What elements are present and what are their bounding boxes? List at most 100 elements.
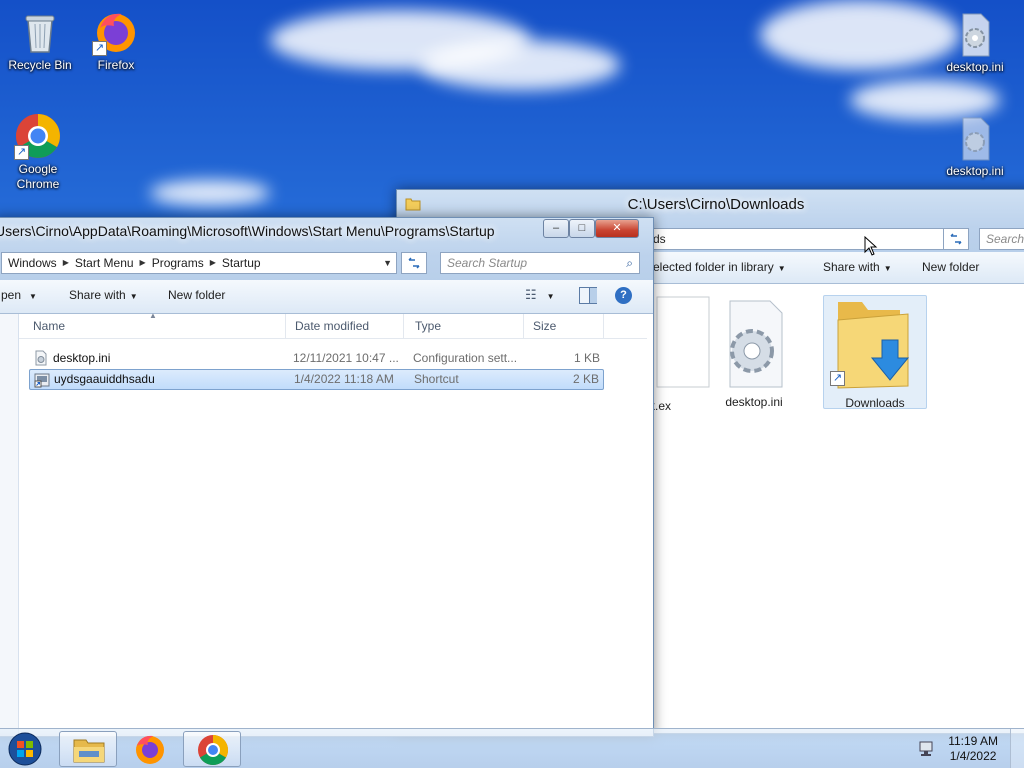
taskbar: 11:19 AM 1/4/2022: [0, 728, 1024, 768]
start-button[interactable]: [0, 731, 52, 767]
breadcrumb-item[interactable]: Start Menu: [71, 253, 138, 273]
file-type: Shortcut: [414, 372, 459, 386]
maximize-button[interactable]: □: [569, 219, 595, 238]
chevron-down-icon: ▼: [546, 292, 555, 301]
search-input[interactable]: Search: [979, 228, 1024, 250]
column-divider[interactable]: [523, 314, 524, 338]
desktop-icon-firefox[interactable]: ↗ Firefox: [78, 8, 154, 73]
desktop-icon-label: Google Chrome: [16, 162, 60, 191]
chrome-icon: [198, 735, 229, 766]
chevron-down-icon: ▼: [129, 292, 138, 301]
title-bar[interactable]: Users\Cirno\AppData\Roaming\Microsoft\Wi…: [0, 218, 653, 248]
mouse-cursor-icon: [864, 235, 878, 259]
column-divider[interactable]: [285, 314, 286, 338]
taskbar-chrome-button[interactable]: [183, 731, 241, 767]
table-row[interactable]: desktop.ini 12/11/2021 10:47 ... Configu…: [29, 348, 604, 369]
settings-file-icon: [33, 350, 49, 366]
show-desktop-button[interactable]: [1010, 729, 1024, 768]
desktop-icon-chrome[interactable]: ↗ Google Chrome: [0, 112, 76, 192]
column-divider[interactable]: [403, 314, 404, 338]
chrome-icon: ↗: [14, 112, 62, 160]
file-type: Configuration sett...: [413, 351, 518, 365]
desktop-icon-label: desktop.ini: [946, 60, 1004, 74]
desktop-icon-label: desktop.ini: [946, 164, 1004, 178]
address-bar[interactable]: ds ▼: [649, 228, 967, 250]
startup-window[interactable]: Users\Cirno\AppData\Roaming\Microsoft\Wi…: [0, 217, 654, 737]
command-label: Share with: [69, 288, 126, 302]
clock-time: 11:19 AM: [948, 734, 998, 748]
column-divider[interactable]: [603, 314, 604, 338]
file-item[interactable]: desktop.ini: [702, 295, 806, 409]
desktop-icon-recycle-bin[interactable]: Recycle Bin: [2, 8, 78, 73]
file-label: Downloads: [845, 396, 905, 410]
clock-date: 1/4/2022: [949, 749, 997, 763]
chevron-right-icon[interactable]: ▶: [61, 253, 71, 273]
command-label: pen: [1, 288, 22, 302]
column-header-size[interactable]: Size: [527, 319, 556, 333]
open-button[interactable]: pen ▼: [1, 288, 37, 302]
address-text: ds: [653, 232, 666, 246]
column-header-name[interactable]: Name: [27, 319, 65, 333]
minimize-button[interactable]: ‒: [543, 219, 569, 238]
search-input[interactable]: Search Startup ⌕: [440, 252, 640, 274]
preview-pane-icon[interactable]: [579, 287, 597, 304]
desktop-icon-label: Firefox: [97, 58, 135, 72]
chevron-right-icon[interactable]: ▶: [138, 253, 148, 273]
file-size: 1 KB: [573, 351, 600, 365]
navigation-pane[interactable]: [0, 314, 19, 736]
search-icon[interactable]: ⌕: [626, 253, 633, 273]
shortcut-file-icon: [34, 372, 50, 388]
table-row-selected[interactable]: uydsgaauiddhsadu 1/4/2022 11:18 AM Short…: [29, 369, 604, 390]
breadcrumb-item[interactable]: Programs: [148, 253, 208, 273]
close-button[interactable]: ✕: [595, 219, 639, 238]
file-date: 12/11/2021 10:47 ...: [293, 351, 399, 365]
command-label: elected folder in library: [653, 260, 774, 274]
help-icon[interactable]: ?: [615, 287, 632, 304]
file-label: desktop.ini: [725, 395, 783, 409]
folder-icon: [73, 739, 105, 763]
firefox-icon: [136, 735, 164, 764]
column-header-type[interactable]: Type: [409, 319, 441, 333]
search-placeholder: Search Startup: [447, 256, 528, 270]
taskbar-firefox-button[interactable]: [121, 731, 179, 767]
share-with-button[interactable]: Share with ▼: [69, 288, 138, 302]
address-bar[interactable]: Windows ▶ Start Menu ▶ Programs ▶ Startu…: [1, 252, 397, 274]
shortcut-arrow-icon: ↗: [14, 145, 29, 160]
new-folder-button[interactable]: New folder: [168, 288, 225, 302]
chevron-down-icon[interactable]: ▼: [383, 253, 392, 273]
clock[interactable]: 11:19 AM 1/4/2022: [948, 734, 998, 764]
desktop-icon-desktop-ini[interactable]: desktop.ini: [937, 10, 1013, 75]
chevron-right-icon[interactable]: ▶: [208, 253, 218, 273]
view-options-button[interactable]: ☷ ▼: [525, 287, 555, 303]
cloud: [760, 0, 960, 70]
downloads-folder-icon: ↗: [824, 296, 926, 392]
file-name: desktop.ini: [53, 351, 111, 365]
chevron-down-icon: ▼: [883, 264, 892, 273]
sort-arrow-icon: ▲: [149, 311, 157, 320]
file-name: uydsgaauiddhsadu: [54, 372, 155, 386]
cloud: [150, 180, 270, 206]
file-list[interactable]: ▲ Name Date modified Type Size desktop.i…: [19, 311, 647, 736]
settings-file-icon: [951, 10, 999, 58]
window-title: Users\Cirno\AppData\Roaming\Microsoft\Wi…: [0, 223, 495, 239]
settings-file-icon: [702, 295, 806, 391]
taskbar-explorer-button[interactable]: [59, 731, 117, 767]
chevron-down-icon: ▼: [29, 292, 37, 301]
refresh-button[interactable]: [943, 228, 969, 250]
caption-buttons: ‒ □ ✕: [543, 219, 639, 238]
column-header-date[interactable]: Date modified: [289, 319, 369, 333]
settings-file-icon: [951, 114, 999, 162]
file-item-selected[interactable]: ↗ Downloads: [823, 295, 927, 410]
command-label: Share with: [823, 260, 880, 274]
share-with-button[interactable]: Share with ▼: [823, 260, 892, 274]
desktop-icon-label: Recycle Bin: [8, 58, 72, 72]
firefox-icon: ↗: [92, 8, 140, 56]
refresh-button[interactable]: [401, 252, 427, 274]
network-icon[interactable]: [918, 740, 936, 761]
view-list-icon: ☷: [525, 287, 537, 302]
new-folder-button[interactable]: New folder: [922, 260, 979, 274]
breadcrumb-item[interactable]: Startup: [218, 253, 265, 273]
breadcrumb-item[interactable]: Windows: [4, 253, 61, 273]
desktop-icon-desktop-ini[interactable]: desktop.ini: [937, 114, 1013, 179]
include-in-library-button[interactable]: elected folder in library ▼: [653, 260, 786, 274]
